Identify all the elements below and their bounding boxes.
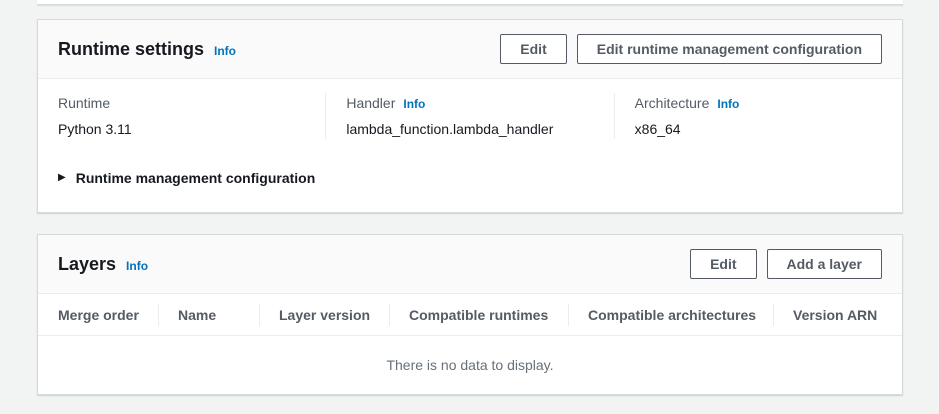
column-header-compatible-architectures: Compatible architectures: [568, 294, 773, 335]
empty-state-message: There is no data to display.: [386, 357, 553, 373]
architecture-field-value: x86_64: [635, 119, 882, 139]
column-header-merge-order: Merge order: [38, 294, 158, 335]
handler-info-link[interactable]: Info: [403, 97, 425, 111]
runtime-settings-info-link[interactable]: Info: [214, 44, 236, 58]
architecture-info-link[interactable]: Info: [717, 97, 739, 111]
layers-card: Layers Info Edit Add a layer Merge order…: [37, 234, 903, 395]
layers-table-empty-state: There is no data to display.: [38, 336, 902, 394]
edit-layers-button[interactable]: Edit: [690, 249, 756, 279]
runtime-management-configuration-expander[interactable]: ▶ Runtime management configuration: [38, 155, 902, 201]
architecture-field-label: Architecture Info: [635, 93, 882, 113]
layers-actions: Edit Add a layer: [690, 249, 882, 279]
add-a-layer-button[interactable]: Add a layer: [767, 249, 882, 279]
edit-runtime-management-configuration-button[interactable]: Edit runtime management configuration: [577, 34, 882, 64]
runtime-settings-title: Runtime settings: [58, 38, 204, 60]
column-header-layer-version: Layer version: [259, 294, 389, 335]
architecture-field: Architecture Info x86_64: [614, 93, 902, 139]
runtime-settings-header: Runtime settings Info Edit Edit runtime …: [38, 20, 902, 79]
runtime-settings-actions: Edit Edit runtime management configurati…: [500, 34, 882, 64]
handler-field-value: lambda_function.lambda_handler: [346, 119, 593, 139]
handler-field-label: Handler Info: [346, 93, 593, 113]
runtime-settings-fields-row: Runtime Python 3.11 Handler Info lambda_f…: [38, 79, 902, 155]
column-header-compatible-runtimes: Compatible runtimes: [389, 294, 568, 335]
handler-field: Handler Info lambda_function.lambda_handl…: [325, 93, 613, 139]
layers-title: Layers: [58, 253, 116, 275]
handler-field-label-text: Handler: [346, 95, 395, 111]
runtime-settings-card: Runtime settings Info Edit Edit runtime …: [37, 19, 903, 213]
caret-right-icon: ▶: [58, 169, 66, 187]
runtime-field-value: Python 3.11: [58, 119, 305, 139]
layers-title-wrap: Layers Info: [58, 253, 148, 275]
layers-info-link[interactable]: Info: [126, 259, 148, 273]
runtime-field-label: Runtime: [58, 93, 305, 113]
column-header-version-arn: Version ARN: [773, 294, 902, 335]
previous-card-bottom-edge: [37, 0, 903, 5]
layers-table-header-row: Merge order Name Layer version Compatibl…: [38, 294, 902, 336]
layers-header: Layers Info Edit Add a layer: [38, 235, 902, 294]
column-header-name: Name: [158, 294, 259, 335]
architecture-field-label-text: Architecture: [635, 95, 710, 111]
runtime-settings-title-wrap: Runtime settings Info: [58, 38, 236, 60]
runtime-management-configuration-expander-label: Runtime management configuration: [76, 169, 316, 187]
runtime-field: Runtime Python 3.11: [38, 93, 325, 139]
edit-runtime-settings-button[interactable]: Edit: [500, 34, 566, 64]
